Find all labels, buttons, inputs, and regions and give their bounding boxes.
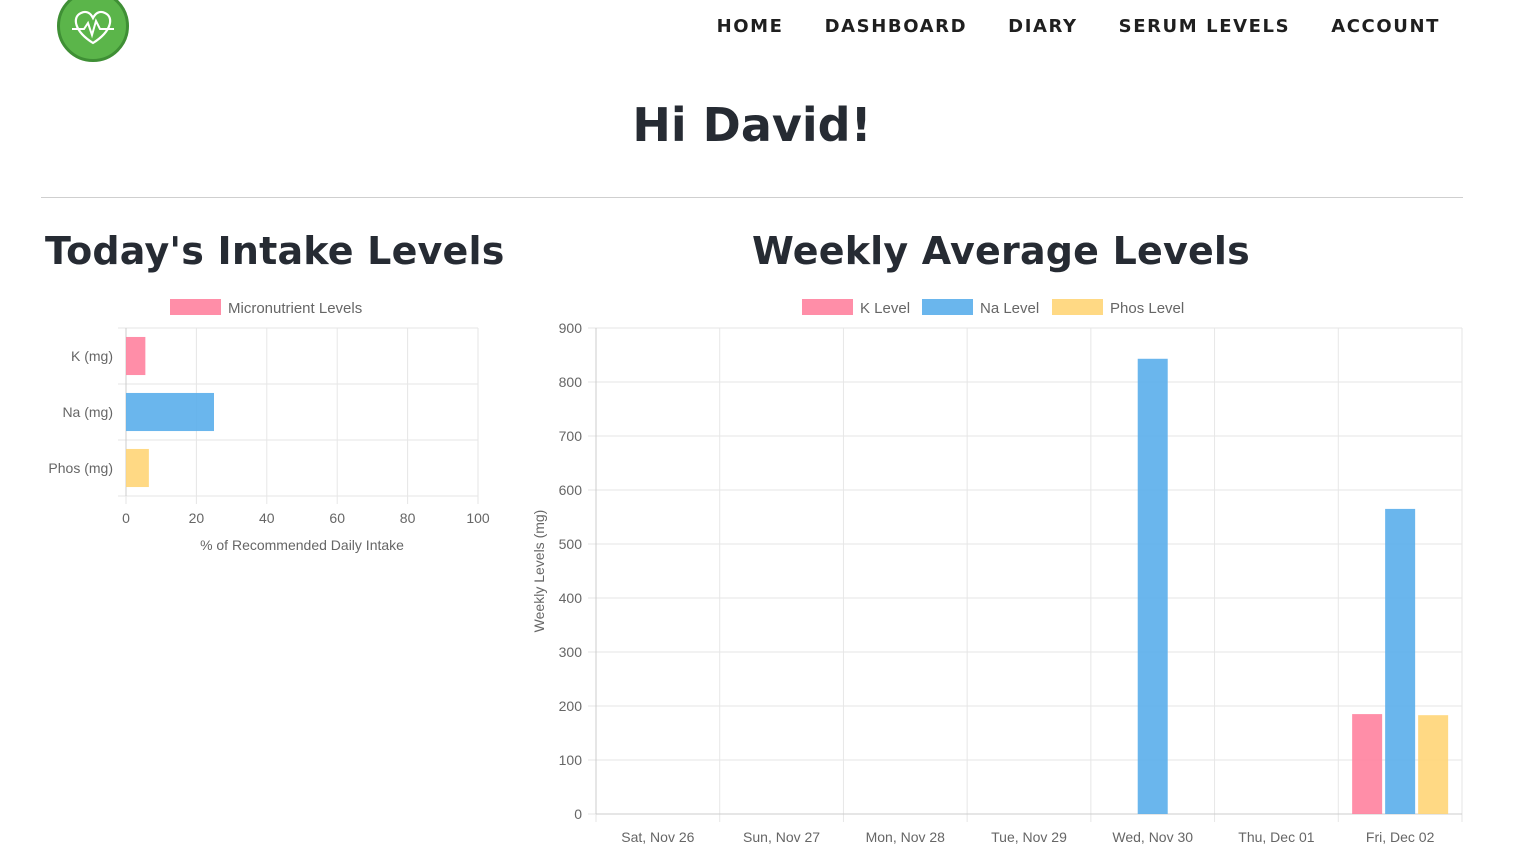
y-axis-label: Weekly Levels (mg) [531, 510, 547, 633]
legend-swatch [802, 299, 853, 315]
x-tick-label: Sat, Nov 26 [621, 829, 694, 845]
y-tick-label: 300 [559, 644, 583, 660]
y-tick-label: 600 [559, 482, 583, 498]
x-tick-label: Sun, Nov 27 [743, 829, 820, 845]
y-tick-label: 700 [559, 428, 583, 444]
legend-label: Phos Level [1110, 300, 1184, 317]
legend-swatch [1052, 299, 1103, 315]
y-tick-label: 900 [559, 320, 583, 336]
y-tick-label: 0 [574, 806, 582, 822]
y-tick-label: 500 [559, 536, 583, 552]
legend-label: K Level [860, 300, 910, 317]
legend-label: Na Level [980, 300, 1039, 317]
bar [1137, 358, 1168, 814]
x-tick-label: Fri, Dec 02 [1366, 829, 1435, 845]
bar [1418, 715, 1449, 814]
y-tick-label: 800 [559, 374, 583, 390]
legend-swatch [922, 299, 973, 315]
y-tick-label: 400 [559, 590, 583, 606]
weekly-average-chart: K Level Na Level Phos Level 0 100 200 300 400 50… [531, 299, 1463, 845]
x-tick-label: Wed, Nov 30 [1112, 829, 1193, 845]
bar [1352, 714, 1383, 814]
y-tick-label: 200 [559, 698, 583, 714]
bar [1385, 508, 1416, 814]
y-tick-label: 100 [559, 752, 583, 768]
x-tick-label: Mon, Nov 28 [866, 829, 946, 845]
x-tick-label: Tue, Nov 29 [991, 829, 1067, 845]
x-tick-label: Thu, Dec 01 [1238, 829, 1314, 845]
